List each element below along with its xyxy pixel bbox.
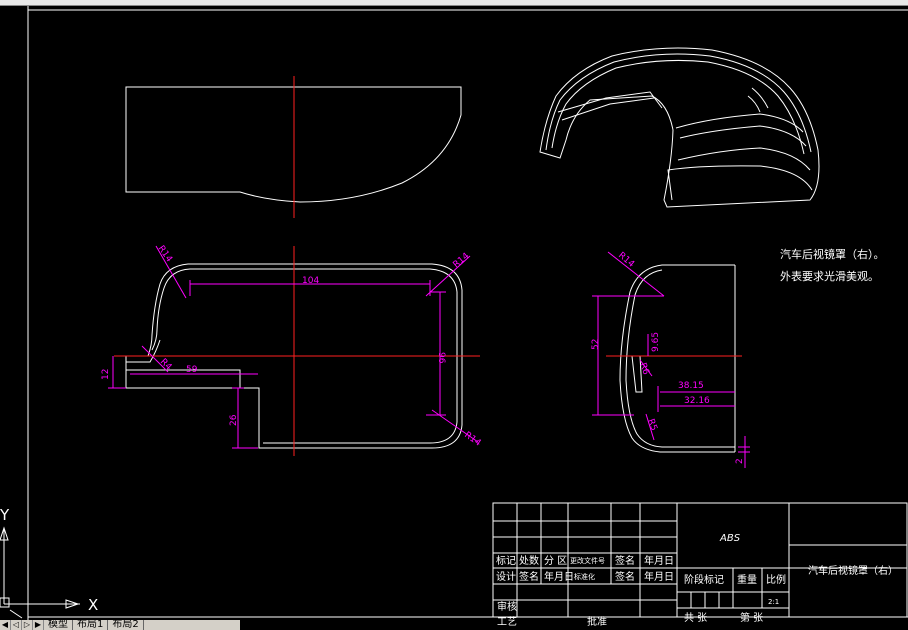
dim-96: 96	[436, 352, 446, 364]
dim-r14-top-right: R14	[452, 251, 472, 270]
tb-mark-4: 签名	[615, 554, 635, 567]
next-tab-arrow-icon[interactable]: ▷	[22, 620, 33, 630]
iso-edge-2	[551, 59, 805, 155]
dim-r14-bottom-right: R14	[462, 430, 482, 449]
tab-model[interactable]: 模型	[44, 620, 73, 630]
tb-part-name: 汽车后视镜罩（右）	[808, 564, 898, 577]
dim-r5: R5	[645, 418, 658, 433]
iso-inner-6	[667, 165, 813, 201]
front-step-line	[126, 369, 241, 388]
first-tab-arrow-icon[interactable]: ◀	[0, 620, 11, 630]
tb-mark-1: 处数	[519, 554, 539, 567]
tb-design-5: 年月日	[644, 570, 674, 583]
tb-mark-3: 更改文件号	[570, 556, 605, 565]
cad-drawing-canvas[interactable]: 104 96 59 26 12 R14 R14 R14 R4 52 R14 9.…	[0, 0, 908, 630]
tb-design-3: 标准化	[574, 572, 595, 581]
iso-inner-3	[675, 113, 804, 133]
dim-52: 52	[591, 339, 601, 350]
dim-3815: 38.15	[678, 381, 704, 391]
side-outline-outer	[619, 264, 735, 453]
dim-side-r14: R14	[616, 251, 636, 270]
tab-layout1[interactable]: 布局1	[73, 620, 109, 630]
tb-scale: 比例	[766, 573, 786, 586]
tb-design-4: 签名	[615, 570, 635, 583]
ucs-x-label: X	[88, 596, 98, 614]
tb-stage-mark: 阶段标记	[684, 573, 724, 586]
dim-965: 9.65	[651, 332, 661, 352]
iso-detail-1	[751, 87, 769, 109]
dim-3216: 32.16	[684, 396, 710, 406]
tb-weight: 重量	[737, 573, 757, 586]
side-dims	[592, 251, 750, 468]
tb-material: ABS	[719, 533, 741, 544]
tb-mark-2: 分 区	[544, 555, 567, 567]
tb-sheets-total: 共 张	[684, 612, 707, 624]
tb-approve: 批准	[587, 615, 607, 628]
dim-r6: R6	[637, 362, 651, 377]
tb-design-2: 年月日	[544, 570, 574, 583]
tb-design-0: 设计	[496, 570, 516, 583]
note-line-1: 汽车后视镜罩（右）。	[780, 247, 885, 261]
tb-mark-5: 年月日	[644, 554, 674, 567]
tb-scale-value: 2:1	[768, 598, 779, 606]
dim-104: 104	[302, 276, 319, 286]
dim-2: 2	[735, 458, 745, 464]
isometric-view	[539, 47, 820, 208]
iso-detail-2	[747, 95, 761, 113]
ucs-icon	[0, 526, 80, 609]
side-outline-inner	[625, 269, 735, 448]
prev-tab-arrow-icon[interactable]: ◁	[11, 620, 22, 630]
last-tab-arrow-icon[interactable]: ▶	[33, 620, 44, 630]
dim-26: 26	[229, 414, 239, 426]
tb-mark-0: 标记	[496, 555, 516, 567]
side-view	[619, 264, 736, 453]
tb-sheet-no: 第 张	[740, 611, 763, 624]
tb-review: 审核	[497, 600, 517, 613]
tab-layout2[interactable]: 布局2	[108, 620, 144, 630]
layout-tab-bar: ◀ ◁ ▷ ▶ 模型 布局1 布局2	[0, 620, 240, 630]
ucs-y-label: Y	[0, 506, 10, 524]
iso-inner-4	[679, 125, 807, 147]
tb-design-1: 签名	[519, 570, 539, 583]
leader-side-r14	[607, 251, 665, 297]
dim-r14-top-left: R14	[156, 244, 175, 264]
dim-59: 59	[186, 365, 198, 375]
note-line-2: 外表要求光滑美观。	[780, 269, 879, 283]
tb-process: 工艺	[497, 616, 517, 628]
dim-12: 12	[101, 369, 111, 380]
frame-corner-mark	[9, 609, 23, 619]
